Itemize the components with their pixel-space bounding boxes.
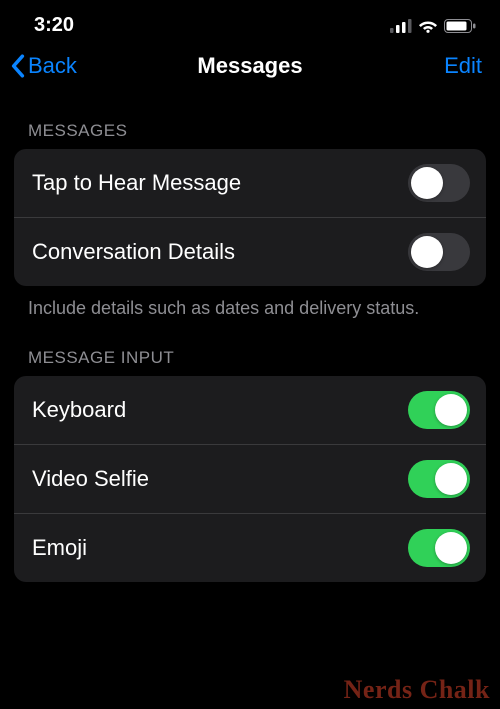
- edit-button[interactable]: Edit: [444, 53, 482, 79]
- back-label: Back: [28, 53, 77, 79]
- row-label: Keyboard: [32, 397, 126, 423]
- section-header-messages: MESSAGES: [0, 93, 500, 149]
- toggle-knob: [411, 236, 443, 268]
- page-title: Messages: [197, 53, 302, 79]
- row-keyboard: Keyboard: [14, 376, 486, 445]
- row-label: Conversation Details: [32, 239, 235, 265]
- row-label: Tap to Hear Message: [32, 170, 241, 196]
- toggle-emoji[interactable]: [408, 529, 470, 567]
- row-label: Emoji: [32, 535, 87, 561]
- status-bar: 3:20: [0, 0, 500, 45]
- row-tap-to-hear: Tap to Hear Message: [14, 149, 486, 218]
- status-time: 3:20: [34, 14, 74, 37]
- group-input: Keyboard Video Selfie Emoji: [14, 376, 486, 582]
- group-messages: Tap to Hear Message Conversation Details: [14, 149, 486, 286]
- back-button[interactable]: Back: [10, 53, 77, 79]
- section-header-input: MESSAGE INPUT: [0, 320, 500, 376]
- row-conversation-details: Conversation Details: [14, 218, 486, 286]
- cellular-icon: [390, 19, 412, 33]
- row-label: Video Selfie: [32, 466, 149, 492]
- watermark: Nerds Chalk: [344, 675, 490, 705]
- toggle-video-selfie[interactable]: [408, 460, 470, 498]
- toggle-keyboard[interactable]: [408, 391, 470, 429]
- row-emoji: Emoji: [14, 514, 486, 582]
- toggle-knob: [411, 167, 443, 199]
- toggle-knob: [435, 532, 467, 564]
- nav-bar: Back Messages Edit: [0, 45, 500, 93]
- battery-icon: [444, 19, 476, 33]
- row-video-selfie: Video Selfie: [14, 445, 486, 514]
- toggle-knob: [435, 463, 467, 495]
- chevron-left-icon: [10, 54, 26, 78]
- toggle-tap-to-hear[interactable]: [408, 164, 470, 202]
- toggle-knob: [435, 394, 467, 426]
- status-icons: [390, 19, 476, 33]
- toggle-conversation-details[interactable]: [408, 233, 470, 271]
- wifi-icon: [418, 19, 438, 33]
- section-footer-messages: Include details such as dates and delive…: [0, 286, 500, 320]
